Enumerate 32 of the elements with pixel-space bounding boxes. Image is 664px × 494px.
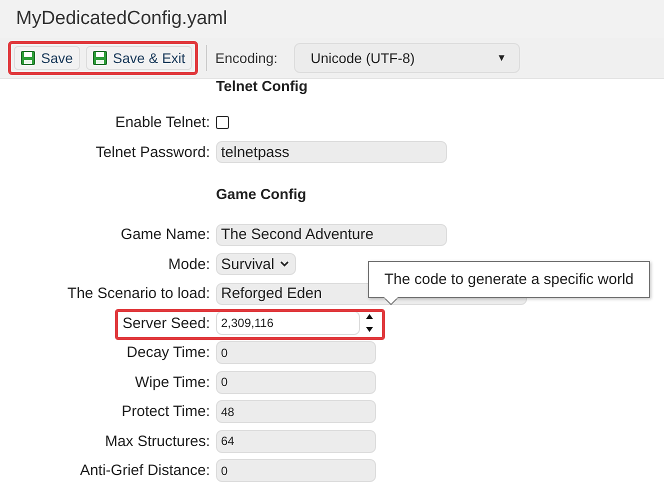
field-label: Server Seed: — [121, 314, 210, 332]
text-field[interactable]: 64 — [216, 430, 376, 453]
checkbox[interactable] — [216, 116, 229, 130]
encoding-dropdown[interactable]: Unicode (UTF-8) ▼ — [294, 43, 520, 73]
field-label: The Scenario to load: — [66, 285, 210, 302]
field-label: Mode: — [167, 256, 210, 273]
window-title: MyDedicatedConfig.yaml — [16, 8, 228, 30]
text-field[interactable]: 0 — [216, 370, 376, 394]
encoding-label: Encoding: — [215, 50, 278, 66]
field-label: Game Name: — [120, 226, 210, 244]
spinner-arrows-icon[interactable] — [365, 312, 374, 334]
save-button[interactable]: Save — [14, 46, 80, 70]
field-label: Max Structures: — [104, 432, 210, 450]
field-label: Protect Time: — [120, 403, 210, 420]
number-field[interactable]: 2,309,116 — [216, 311, 360, 336]
field-label: Telnet Password: — [94, 144, 210, 161]
mode-dropdown[interactable]: Survival — [216, 253, 296, 276]
field-label: Anti-Grief Distance: — [78, 462, 210, 480]
text-field[interactable]: 0 — [216, 341, 376, 364]
save-button[interactable]: Save & Exit — [86, 46, 192, 70]
text-field[interactable]: telnetpass — [216, 141, 447, 164]
text-field[interactable]: 0 — [216, 459, 376, 482]
chevron-down-icon — [280, 261, 290, 268]
section-heading: Telnet Config — [216, 79, 308, 95]
field-label: Decay Time: — [126, 344, 210, 362]
field-label: Wipe Time: — [134, 374, 210, 391]
text-field[interactable]: The Second Adventure — [216, 224, 447, 246]
tooltip-tail — [384, 296, 398, 306]
field-label: Enable Telnet: — [114, 114, 210, 132]
text-field[interactable]: 48 — [216, 400, 376, 424]
tooltip: The code to generate a specific world — [368, 260, 650, 298]
section-heading: Game Config — [216, 187, 306, 203]
